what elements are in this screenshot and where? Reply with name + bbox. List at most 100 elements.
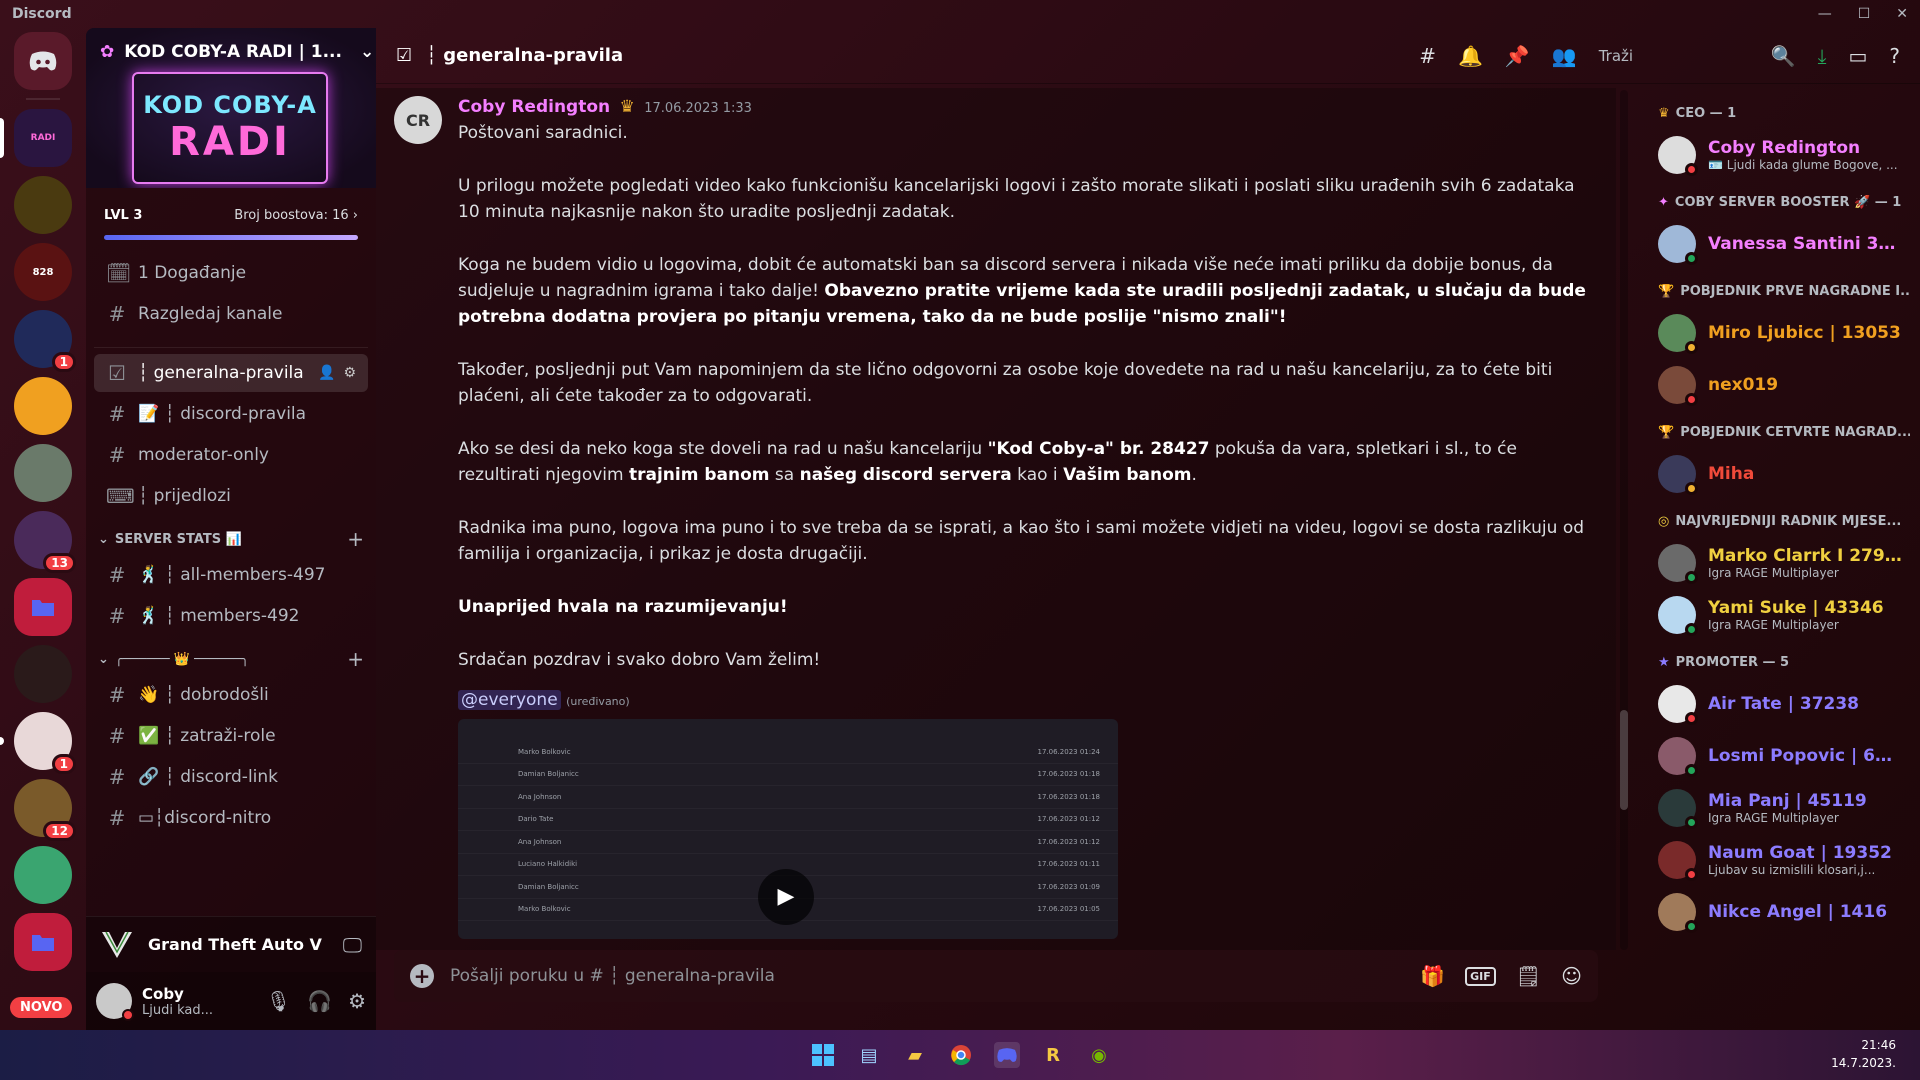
server-banner[interactable]: ✿ KOD COBY-A RADI | 1... ⌄ KOD COBY-A RA…: [86, 28, 376, 188]
channel-discord-pravila[interactable]: # 📝 ┆ discord-pravila: [94, 395, 368, 433]
message-paragraph: Srdačan pozdrav i svako dobro Vam želim!: [458, 650, 821, 670]
threads-icon[interactable]: #: [1419, 44, 1436, 68]
member-item[interactable]: Nikce Angel | 1416: [1650, 886, 1910, 938]
server-icon-6[interactable]: [14, 444, 72, 502]
member-activity: 🪪 Ljudi kada glume Bogove, ...: [1708, 158, 1898, 172]
message-author[interactable]: Coby Redington: [458, 97, 610, 117]
member-item[interactable]: Air Tate | 37238: [1650, 678, 1910, 730]
category-crown[interactable]: ⌄ ╭────── 👑 ──────╮ +: [94, 645, 368, 673]
search-icon[interactable]: 🔍: [1771, 44, 1796, 68]
maximize-icon[interactable]: ☐: [1858, 6, 1871, 22]
channel-dobrodosli[interactable]: # 👋 ┆ dobrodošli: [94, 676, 368, 714]
activity-bar[interactable]: Grand Theft Auto V 🖵: [86, 916, 376, 972]
channel-discord-nitro[interactable]: # ▭┆discord-nitro: [94, 799, 368, 837]
member-list-icon[interactable]: 👥: [1552, 44, 1577, 68]
notepad-icon[interactable]: ▤: [856, 1042, 882, 1068]
message-paragraph: Radnika ima puno, logova ima puno i to s…: [458, 518, 1585, 564]
channel-all-members[interactable]: # 🕺 ┆ all-members-497: [94, 556, 368, 594]
close-icon[interactable]: ✕: [1896, 6, 1908, 22]
status-indicator: [1685, 712, 1698, 725]
rage-mp-icon[interactable]: R: [1040, 1042, 1066, 1068]
server-folder-icon[interactable]: [14, 578, 72, 636]
server-icon-9[interactable]: 1: [0, 712, 76, 774]
member-group-header: ◎ NAJVRIJEDNIJI RADNIK MJESE...: [1658, 514, 1910, 529]
invite-icon[interactable]: 👤: [318, 365, 335, 381]
avatar[interactable]: [96, 983, 134, 1021]
member-item[interactable]: Mia Panj | 45119 Igra RAGE Multiplayer: [1650, 782, 1910, 834]
browse-channels-item[interactable]: # Razgledaj kanale: [94, 295, 368, 333]
server-icon-7[interactable]: 13: [14, 511, 76, 573]
new-badge[interactable]: NOVO: [10, 997, 73, 1018]
channel-moderator-only[interactable]: # moderator-only: [94, 436, 368, 474]
play-button[interactable]: ▶: [758, 869, 814, 925]
member-item[interactable]: Coby Redington 🪪 Ljudi kada glume Bogove,…: [1650, 129, 1910, 181]
channel-discord-link[interactable]: # 🔗 ┆ discord-link: [94, 758, 368, 796]
search-input[interactable]: Traži: [1599, 47, 1749, 65]
message-input[interactable]: Pošalji poruku u # ┆ generalna-pravila: [450, 966, 775, 986]
emoji-icon[interactable]: ☺: [1561, 964, 1582, 988]
gear-icon[interactable]: ⚙: [348, 989, 366, 1013]
member-item[interactable]: Yami Suke | 43346 Igra RAGE Multiplayer: [1650, 589, 1910, 641]
member-item[interactable]: Vanessa Santini 391...: [1650, 218, 1910, 270]
home-button[interactable]: [14, 32, 72, 90]
nvidia-icon[interactable]: ◉: [1086, 1042, 1112, 1068]
gear-icon[interactable]: ⚙: [343, 365, 356, 381]
server-icon-2[interactable]: [14, 176, 72, 234]
chrome-icon[interactable]: [948, 1042, 974, 1068]
user-info[interactable]: Coby Ljudi kad...: [142, 985, 213, 1018]
server-icon-11[interactable]: [14, 846, 72, 904]
member-item[interactable]: Miro Ljubicc | 13053: [1650, 307, 1910, 359]
pin-icon[interactable]: 📌: [1505, 44, 1530, 68]
inbox-icon[interactable]: ▭: [1848, 44, 1867, 68]
file-explorer-icon[interactable]: ▰: [902, 1042, 928, 1068]
server-icon-3[interactable]: 828: [14, 243, 72, 301]
category-server-stats[interactable]: ⌄ SERVER STATS 📊 +: [94, 525, 368, 553]
events-item[interactable]: 🗓 1 Događanje: [94, 254, 368, 292]
hash-icon: #: [108, 806, 126, 830]
server-icon-4[interactable]: 1: [14, 310, 76, 372]
sticker-icon[interactable]: 🗒: [1516, 964, 1541, 988]
add-attachment-button[interactable]: +: [410, 964, 434, 988]
member-item[interactable]: Marko Clarrk I 27900 Igra RAGE Multiplaye…: [1650, 537, 1910, 589]
deafen-icon[interactable]: 🎧: [307, 989, 332, 1013]
channel-generalna-pravila[interactable]: ☑ ┆ generalna-pravila 👤 ⚙: [94, 354, 368, 392]
add-channel-icon[interactable]: +: [347, 647, 364, 671]
server-icon-10[interactable]: 12: [14, 779, 76, 841]
scrollbar[interactable]: [1620, 90, 1628, 950]
boost-progress[interactable]: LVL 3 Broj boostova: 16 ›: [86, 208, 376, 223]
add-channel-icon[interactable]: +: [347, 527, 364, 551]
member-item[interactable]: Losmi Popovic | 6963: [1650, 730, 1910, 782]
scrollbar-thumb[interactable]: [1620, 710, 1628, 810]
server-icon-kod-coby[interactable]: RADI: [0, 109, 72, 167]
system-clock[interactable]: 21:46 14.7.2023.: [1831, 1036, 1896, 1072]
windows-start-icon[interactable]: [810, 1042, 836, 1068]
screen-share-icon[interactable]: 🖵: [343, 933, 362, 957]
gift-icon[interactable]: 🎁: [1420, 964, 1445, 988]
message-paragraph: Ako se desi da neko koga ste doveli na r…: [458, 436, 1596, 488]
avatar[interactable]: CR: [394, 96, 442, 144]
server-folder-icon-2[interactable]: [14, 913, 72, 971]
member-name: Vanessa Santini 391...: [1708, 234, 1902, 254]
gif-button[interactable]: GIF: [1465, 966, 1496, 986]
browse-channels-label: Razgledaj kanale: [138, 304, 283, 324]
server-icon-5[interactable]: [14, 377, 72, 435]
download-icon[interactable]: ⤓: [1818, 44, 1827, 68]
discord-taskbar-icon[interactable]: [994, 1042, 1020, 1068]
channel-prijedlozi[interactable]: ⌨ ┆ prijedlozi: [94, 477, 368, 515]
help-icon[interactable]: ?: [1889, 44, 1900, 68]
member-item[interactable]: Naum Goat | 19352 Ljubav su izmislili klo…: [1650, 834, 1910, 886]
message-paragraph: Unaprijed hvala na razumijevanju!: [458, 594, 1596, 620]
channel-zatrazi-role[interactable]: # ✅ ┆ zatraži-role: [94, 717, 368, 755]
channel-label: ✅ ┆ zatraži-role: [138, 726, 276, 746]
member-item[interactable]: Miha: [1650, 448, 1910, 500]
mention-everyone[interactable]: @everyone: [458, 690, 561, 710]
server-icon-8[interactable]: [14, 645, 72, 703]
mute-icon[interactable]: 🎙: [266, 989, 291, 1013]
log-time: 17.06.2023 01:05: [1037, 905, 1100, 914]
bell-icon[interactable]: 🔔: [1458, 44, 1483, 68]
server-header[interactable]: ✿ KOD COBY-A RADI | 1... ⌄: [100, 42, 374, 62]
channel-members[interactable]: # 🕺 ┆ members-492: [94, 597, 368, 635]
minimize-icon[interactable]: —: [1818, 6, 1832, 22]
member-item[interactable]: nex019: [1650, 359, 1910, 411]
video-attachment[interactable]: Marko Bolkovic 17.06.2023 01:24 Damian Bol…: [458, 719, 1118, 939]
